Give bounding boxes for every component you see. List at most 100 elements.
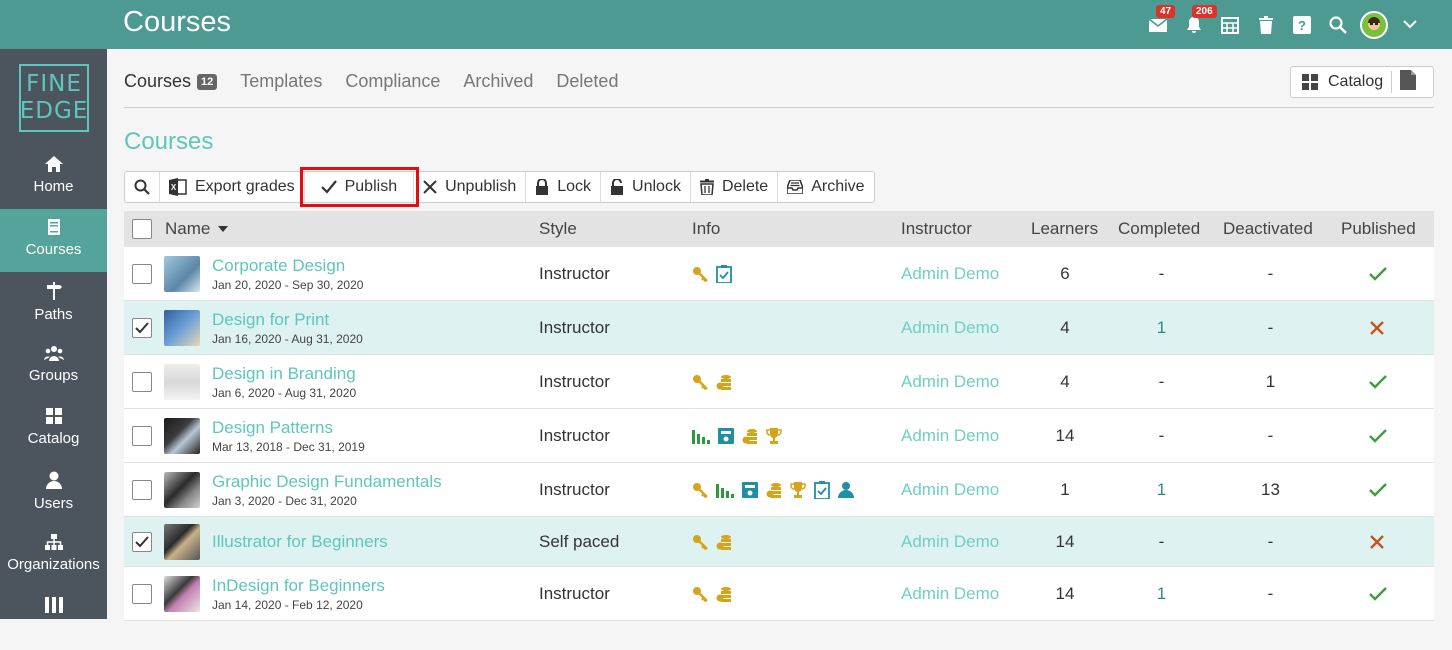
table-row[interactable]: Design for Print Jan 16, 2020 - Aug 31, … <box>124 301 1434 355</box>
table-row[interactable]: Illustrator for Beginners Self paced Adm… <box>124 517 1434 567</box>
sort-down-icon <box>218 226 229 232</box>
excel-icon: X <box>169 178 187 196</box>
button-label: Unpublish <box>445 178 517 195</box>
sidebar-item-home[interactable]: Home <box>0 146 107 209</box>
row-checkbox[interactable] <box>132 371 152 392</box>
tab-templates[interactable]: Templates <box>240 71 322 92</box>
export-grades-button[interactable]: X Export grades <box>160 172 305 202</box>
column-label: Info <box>692 219 721 238</box>
unpublished-cross-icon <box>1370 320 1384 335</box>
sidebar-item-groups[interactable]: Groups <box>0 335 107 398</box>
table-row[interactable]: Design in Branding Jan 6, 2020 - Aug 31,… <box>124 355 1434 409</box>
search-button[interactable] <box>1320 0 1356 49</box>
tab-deleted[interactable]: Deleted <box>556 71 618 92</box>
pdf-export-button[interactable] <box>1400 69 1417 95</box>
instructor-link[interactable]: Admin Demo <box>901 517 999 566</box>
notifications-button[interactable]: 206 <box>1176 0 1217 49</box>
lock-button[interactable]: Lock <box>526 172 602 202</box>
completed-count: 1 <box>1156 479 1167 499</box>
row-checkbox[interactable] <box>132 317 152 338</box>
learners-count: 6 <box>1060 263 1070 283</box>
course-style: Instructor <box>539 583 610 603</box>
calculator-icon <box>718 427 734 444</box>
table-row[interactable]: InDesign for Beginners Jan 14, 2020 - Fe… <box>124 567 1434 621</box>
course-thumbnail <box>164 417 200 454</box>
tab-courses[interactable]: Courses 12 <box>124 71 218 92</box>
row-checkbox[interactable] <box>132 531 152 552</box>
home-icon <box>44 156 63 172</box>
sidebar-item-label: Catalog <box>27 430 80 447</box>
select-all-checkbox[interactable] <box>132 219 152 239</box>
course-name-link[interactable]: Design Patterns <box>212 418 333 438</box>
course-name-link[interactable]: Design for Print <box>212 310 329 330</box>
row-checkbox[interactable] <box>132 263 152 284</box>
unlock-button[interactable]: Unlock <box>601 172 691 202</box>
col-name-header[interactable]: Name <box>165 211 229 247</box>
sidebar-item-paths[interactable]: Paths <box>0 272 107 335</box>
tab-compliance[interactable]: Compliance <box>345 71 440 92</box>
instructor-link[interactable]: Admin Demo <box>901 567 999 620</box>
sidebar-item-users[interactable]: Users <box>0 461 107 524</box>
bar-chart-icon <box>716 483 734 498</box>
help-button[interactable]: ? <box>1284 0 1320 49</box>
search-icon <box>134 179 150 195</box>
unpublish-button[interactable]: Unpublish <box>414 172 527 202</box>
grid-icon <box>1302 74 1318 90</box>
catalog-button-label: Catalog <box>1328 73 1384 90</box>
instructor-link[interactable]: Admin Demo <box>901 355 999 408</box>
column-label: Completed <box>1118 219 1201 238</box>
course-name-link[interactable]: Corporate Design <box>212 256 345 276</box>
course-style: Instructor <box>539 371 610 391</box>
instructor-link[interactable]: Admin Demo <box>901 301 999 354</box>
coins-icon <box>766 482 781 498</box>
row-checkbox[interactable] <box>132 583 152 604</box>
publish-button[interactable]: Publish <box>299 167 420 207</box>
profile-dropdown[interactable] <box>1392 0 1428 49</box>
instructor-link[interactable]: Admin Demo <box>901 247 999 300</box>
bell-icon <box>1187 16 1201 33</box>
column-label: Deactivated <box>1223 219 1313 238</box>
row-checkbox[interactable] <box>132 425 152 446</box>
learners-count: 1 <box>1060 479 1070 499</box>
button-label: Export grades <box>195 178 295 195</box>
tab-archived[interactable]: Archived <box>463 71 533 92</box>
catalog-button[interactable]: Catalog <box>1291 73 1383 91</box>
messages-button[interactable]: 47 <box>1140 0 1176 49</box>
checkmark-icon <box>135 321 149 333</box>
sidebar-item-catalog[interactable]: Catalog <box>0 398 107 461</box>
deactivated-count: - <box>1267 263 1274 283</box>
course-name-link[interactable]: Graphic Design Fundamentals <box>212 472 442 492</box>
sidebar-item-organizations[interactable]: Organizations <box>0 524 107 587</box>
learners-count: 4 <box>1060 371 1070 391</box>
trash-button[interactable] <box>1248 0 1284 49</box>
instructor-link[interactable]: Admin Demo <box>901 409 999 462</box>
checkmark-icon <box>135 535 149 547</box>
published-status <box>1369 355 1387 408</box>
archive-button[interactable]: Archive <box>778 172 873 202</box>
delete-button[interactable]: Delete <box>691 172 779 202</box>
column-label: Style <box>539 219 577 238</box>
search-button[interactable] <box>125 172 160 202</box>
course-name-link[interactable]: InDesign for Beginners <box>212 576 385 596</box>
published-check-icon <box>1369 586 1387 601</box>
sidebar-item-courses[interactable]: Courses <box>0 209 107 272</box>
course-style: Instructor <box>539 479 610 499</box>
calendar-button[interactable] <box>1212 0 1248 49</box>
profile-menu[interactable] <box>1356 0 1392 49</box>
course-name-link[interactable]: Design in Branding <box>212 364 356 384</box>
instructor-link[interactable]: Admin Demo <box>901 463 999 516</box>
grid-icon <box>45 408 62 424</box>
table-row[interactable]: Corporate Design Jan 20, 2020 - Sep 30, … <box>124 247 1434 301</box>
table-row[interactable]: Design Patterns Mar 13, 2018 - Dec 31, 2… <box>124 409 1434 463</box>
course-thumbnail <box>164 523 200 560</box>
close-icon <box>423 180 437 194</box>
published-status <box>1369 409 1387 462</box>
published-status <box>1369 567 1387 620</box>
sidebar-item-label: Paths <box>34 306 73 323</box>
course-name-link[interactable]: Illustrator for Beginners <box>212 532 388 552</box>
search-icon <box>1329 15 1347 34</box>
person-icon <box>838 481 854 498</box>
row-checkbox[interactable] <box>132 479 152 500</box>
table-row[interactable]: Graphic Design Fundamentals Jan 3, 2020 … <box>124 463 1434 517</box>
logo[interactable]: FINE EDGE <box>19 64 89 132</box>
